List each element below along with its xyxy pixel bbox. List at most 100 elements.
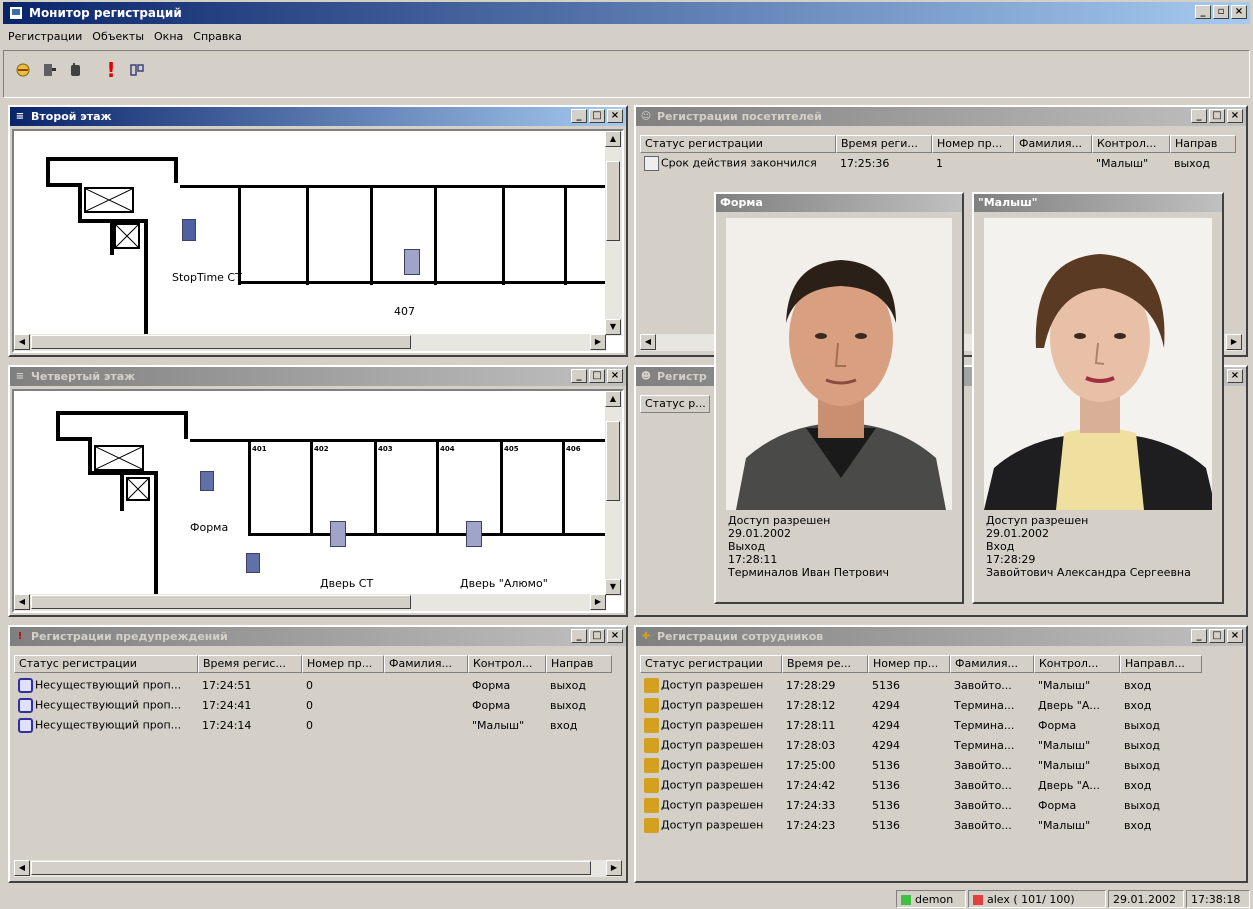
floor2-hscroll[interactable]: ◀ ▶ <box>14 334 606 351</box>
access-time: 17:28:11 <box>728 553 778 566</box>
user1-panel: demon <box>896 890 966 908</box>
maximize-button[interactable]: □ <box>589 109 605 123</box>
restore-button[interactable]: ▫ <box>1213 5 1229 19</box>
door-reader-icon[interactable] <box>404 249 420 275</box>
col-direction[interactable]: Направ <box>1170 135 1236 153</box>
col-controller[interactable]: Контрол... <box>468 655 546 673</box>
maximize-button[interactable]: □ <box>1209 109 1225 123</box>
floor4-vscroll[interactable]: ▲ ▼ <box>605 391 622 596</box>
floor4-title: Четвертый этаж <box>31 370 136 383</box>
close-button[interactable]: × <box>1227 109 1243 123</box>
warning-icon: ! <box>17 631 23 642</box>
minimize-button[interactable]: _ <box>1191 629 1207 643</box>
menu-objects[interactable]: Объекты <box>87 30 149 43</box>
warnings-hscroll[interactable]: ◀ ▶ <box>14 860 622 877</box>
warning-row-icon <box>18 697 33 713</box>
col-time[interactable]: Время ре... <box>782 655 868 673</box>
col-pass[interactable]: Номер пр... <box>868 655 950 673</box>
door-icon[interactable] <box>38 59 60 81</box>
door-alumo-label: Дверь "Алюмо" <box>460 577 548 590</box>
warnings-header: Статус регистрации Время регис... Номер … <box>14 655 612 673</box>
minimize-button[interactable]: _ <box>571 629 587 643</box>
app-titlebar: Монитор регистраций _ ▫ × <box>3 2 1250 24</box>
col-surname[interactable]: Фамилия... <box>384 655 468 673</box>
warnings-window: ! Регистрации предупреждений _ □ × Стату… <box>8 625 628 883</box>
visitors-header: Статус регистрации Время реги... Номер п… <box>640 135 1236 153</box>
floor4-titlebar[interactable]: ≡ Четвертый этаж _ □ × <box>10 367 626 386</box>
floor2-titlebar[interactable]: ≡ Второй этаж _ □ × <box>10 107 626 126</box>
person-photo <box>984 218 1212 510</box>
col-status[interactable]: Статус регистрации <box>640 655 782 673</box>
col-direction[interactable]: Направ <box>546 655 612 673</box>
col-time[interactable]: Время регис... <box>198 655 302 673</box>
close-button[interactable]: × <box>607 369 623 383</box>
access-date: 29.01.2002 <box>728 527 791 540</box>
table-row[interactable]: Доступ разрешен 17:28:11 4294 Термина... Ф… <box>640 715 1202 735</box>
alert-icon[interactable]: ! <box>100 58 122 82</box>
access-time: 17:28:29 <box>986 553 1036 566</box>
col-pass[interactable]: Номер пр... <box>302 655 384 673</box>
table-row[interactable]: Доступ разрешен 17:28:29 5136 Завойто... "… <box>640 675 1202 695</box>
floor4-hscroll[interactable]: ◀ ▶ <box>14 594 606 611</box>
col-surname[interactable]: Фамилия... <box>1014 135 1092 153</box>
col-surname[interactable]: Фамилия... <box>950 655 1034 673</box>
table-row[interactable]: Доступ разрешен 17:24:33 5136 Завойто... Ф… <box>640 795 1202 815</box>
close-button[interactable]: × <box>1231 5 1247 19</box>
door-reader-icon[interactable] <box>330 521 346 547</box>
maximize-button[interactable]: □ <box>589 629 605 643</box>
thumbs-up-icon <box>644 737 659 753</box>
settings-icon[interactable] <box>126 59 148 81</box>
floor2-window: ≡ Второй этаж _ □ × StopTime CT 407 ▲ ▼ … <box>8 105 628 357</box>
table-row[interactable]: Доступ разрешен 17:24:23 5136 Завойто... "… <box>640 815 1202 835</box>
col-pass[interactable]: Номер пр... <box>932 135 1014 153</box>
table-row[interactable]: Доступ разрешен 17:28:03 4294 Термина... "… <box>640 735 1202 755</box>
hand-icon[interactable] <box>64 59 86 81</box>
table-row[interactable]: Несуществующий проп... 17:24:14 0 "Малыш… <box>14 715 612 735</box>
table-row[interactable]: Несуществующий проп... 17:24:41 0 Форма … <box>14 695 612 715</box>
table-row[interactable]: Срок действия закончился 17:25:36 1 "Мал… <box>640 153 1236 173</box>
refresh-icon[interactable] <box>12 59 34 81</box>
close-button[interactable]: × <box>607 109 623 123</box>
col-controller[interactable]: Контрол... <box>1034 655 1120 673</box>
thumbs-up-icon <box>644 697 659 713</box>
speaker-icon[interactable] <box>246 553 260 573</box>
warning-row-icon <box>18 677 33 693</box>
terminal-icon[interactable] <box>182 219 196 241</box>
table-row[interactable]: Доступ разрешен 17:24:42 5136 Завойто... Д… <box>640 775 1202 795</box>
close-button[interactable]: × <box>1227 369 1243 383</box>
menu-registrations[interactable]: Регистрации <box>3 30 87 43</box>
thumbs-up-icon <box>644 817 659 833</box>
col-status[interactable]: Статус р... <box>640 395 710 413</box>
maximize-button[interactable]: □ <box>589 369 605 383</box>
speaker-icon[interactable] <box>200 471 214 491</box>
minimize-button[interactable]: _ <box>571 369 587 383</box>
menu-help[interactable]: Справка <box>188 30 246 43</box>
col-status[interactable]: Статус регистрации <box>640 135 836 153</box>
room-number: 404 <box>440 445 455 453</box>
room-number: 401 <box>252 445 267 453</box>
maximize-button[interactable]: □ <box>1209 629 1225 643</box>
col-direction[interactable]: Направл... <box>1120 655 1202 673</box>
floor2-vscroll[interactable]: ▲ ▼ <box>605 131 622 336</box>
warning-row-icon <box>18 717 33 733</box>
employees-header: Статус регистрации Время ре... Номер пр.… <box>640 655 1202 673</box>
minimize-button[interactable]: _ <box>1195 5 1211 19</box>
status-bar: demon alex ( 101/ 100) 29.01.2002 17:38:… <box>0 888 1253 909</box>
col-time[interactable]: Время реги... <box>836 135 932 153</box>
minimize-button[interactable]: _ <box>1191 109 1207 123</box>
menu-windows[interactable]: Окна <box>149 30 188 43</box>
minimize-button[interactable]: _ <box>571 109 587 123</box>
close-button[interactable]: × <box>607 629 623 643</box>
stair-shaft <box>126 477 150 501</box>
door-reader-icon[interactable] <box>466 521 482 547</box>
col-status[interactable]: Статус регистрации <box>14 655 198 673</box>
map-icon: ≡ <box>15 371 25 382</box>
warnings-titlebar[interactable]: ! Регистрации предупреждений _ □ × <box>10 627 626 646</box>
employees-titlebar[interactable]: ✚ Регистрации сотрудников _ □ × <box>636 627 1246 646</box>
table-row[interactable]: Доступ разрешен 17:25:00 5136 Завойто... "… <box>640 755 1202 775</box>
visitors-titlebar[interactable]: ☺ Регистрации посетителей _ □ × <box>636 107 1246 126</box>
col-controller[interactable]: Контрол... <box>1092 135 1170 153</box>
table-row[interactable]: Несуществующий проп... 17:24:51 0 Форма … <box>14 675 612 695</box>
close-button[interactable]: × <box>1227 629 1243 643</box>
table-row[interactable]: Доступ разрешен 17:28:12 4294 Термина... Д… <box>640 695 1202 715</box>
